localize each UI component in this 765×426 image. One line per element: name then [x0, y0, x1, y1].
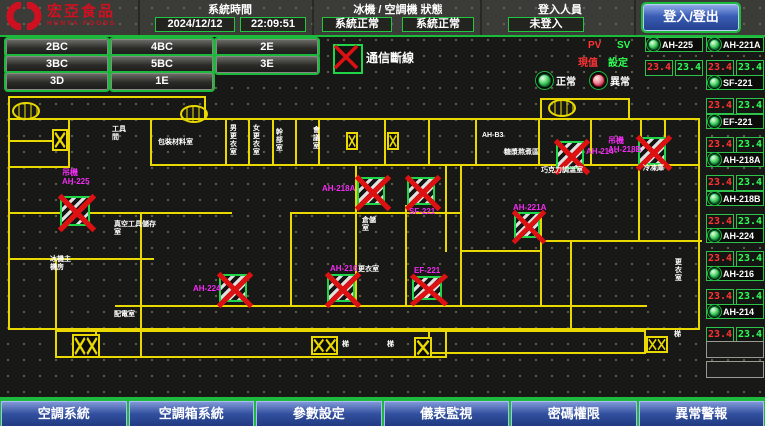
- nav-button-密碼權限[interactable]: 密碼權限: [511, 401, 637, 426]
- pv-value: 23.4: [706, 98, 734, 114]
- unit-name-AH-214: AH-214: [706, 304, 764, 319]
- sv-value: 23.4: [675, 60, 703, 76]
- empty-status-slot: [706, 341, 764, 358]
- sv-value: 23.4: [736, 60, 764, 76]
- nav-button-空調系統[interactable]: 空調系統: [1, 401, 127, 426]
- status-lamp-icon: [709, 193, 720, 204]
- nav-button-參數設定[interactable]: 參數設定: [256, 401, 382, 426]
- unit-name-label: AH-221A: [723, 40, 761, 50]
- unit-values-AH-225: 23.423.4: [645, 60, 703, 76]
- unit-name-label: AH-218A: [723, 155, 761, 165]
- unit-name-label: EF-221: [723, 117, 753, 127]
- unit-name-label: AH-218B: [723, 194, 761, 204]
- unit-values-AH-224: 23.423.4: [706, 251, 764, 267]
- pv-value: 23.4: [645, 60, 673, 76]
- unit-values-AH-216: 23.423.4: [706, 289, 764, 305]
- unit-values-EF-221: 23.423.4: [706, 137, 764, 153]
- unit-name-AH-216: AH-216: [706, 266, 764, 281]
- sv-value: 23.4: [736, 251, 764, 267]
- status-lamp-icon: [648, 39, 659, 50]
- unit-name-AH-221A: AH-221A: [706, 37, 764, 52]
- pv-value: 23.4: [706, 175, 734, 191]
- unit-name-SF-221: SF-221: [706, 75, 764, 90]
- status-lamp-icon: [709, 77, 720, 88]
- sv-value: 23.4: [736, 137, 764, 153]
- unit-values-AH-218A: 23.423.4: [706, 175, 764, 191]
- unit-status-column: AH-22523.423.4AH-221A23.423.4SF-22123.42…: [0, 0, 765, 426]
- sv-value: 23.4: [736, 289, 764, 305]
- unit-values-SF-221: 23.423.4: [706, 98, 764, 114]
- unit-name-AH-224: AH-224: [706, 228, 764, 243]
- unit-name-label: AH-216: [723, 269, 754, 279]
- unit-name-AH-218B: AH-218B: [706, 191, 764, 206]
- unit-name-label: AH-214: [723, 307, 754, 317]
- pv-value: 23.4: [706, 137, 734, 153]
- status-lamp-icon: [709, 230, 720, 241]
- pv-value: 23.4: [706, 251, 734, 267]
- unit-values-AH-221A: 23.423.4: [706, 60, 764, 76]
- nav-button-異常警報[interactable]: 異常警報: [639, 401, 765, 426]
- nav-button-儀表監視[interactable]: 儀表監視: [384, 401, 510, 426]
- pv-value: 23.4: [706, 60, 734, 76]
- unit-name-label: AH-225: [662, 40, 693, 50]
- status-lamp-icon: [709, 268, 720, 279]
- nav-button-空調箱系統[interactable]: 空調箱系統: [129, 401, 255, 426]
- hmi-screen: 宏亞食品 HUNYA FOODS 系統時間 2024/12/12 22:09:5…: [0, 0, 765, 426]
- status-lamp-icon: [709, 39, 720, 50]
- status-lamp-icon: [709, 116, 720, 127]
- bottom-nav-bar: 空調系統空調箱系統參數設定儀表監視密碼權限異常警報: [0, 397, 765, 426]
- status-lamp-icon: [709, 306, 720, 317]
- unit-name-AH-225: AH-225: [645, 37, 703, 52]
- unit-name-EF-221: EF-221: [706, 114, 764, 129]
- pv-value: 23.4: [706, 289, 734, 305]
- sv-value: 23.4: [736, 175, 764, 191]
- unit-name-AH-218A: AH-218A: [706, 152, 764, 167]
- sv-value: 23.4: [736, 98, 764, 114]
- empty-status-slot: [706, 361, 764, 378]
- unit-name-label: SF-221: [723, 78, 753, 88]
- unit-name-label: AH-224: [723, 231, 754, 241]
- status-lamp-icon: [709, 154, 720, 165]
